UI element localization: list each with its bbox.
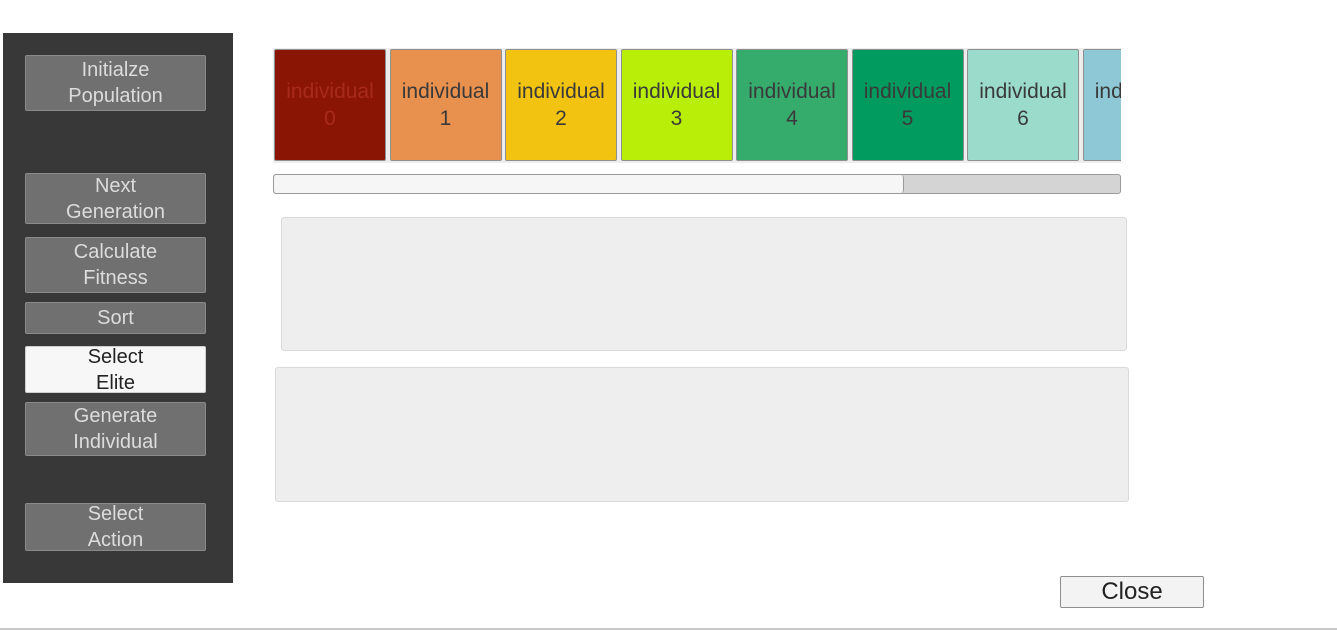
initialize-population-button[interactable]: Initialze Population xyxy=(25,55,206,111)
generate-individual-button[interactable]: Generate Individual xyxy=(25,402,206,456)
individual-cell-0[interactable]: individual 0 xyxy=(274,49,386,161)
individual-cell-5[interactable]: individual 5 xyxy=(851,49,964,161)
info-panel-top xyxy=(281,217,1127,351)
individual-label: individual 6 xyxy=(979,80,1067,130)
individual-cell-3[interactable]: individual 3 xyxy=(620,49,733,161)
horizontal-scrollbar[interactable] xyxy=(273,174,1121,194)
individual-label: individual 7 xyxy=(1094,80,1121,103)
individual-label: individual 4 xyxy=(748,80,836,130)
next-generation-button[interactable]: Next Generation xyxy=(25,173,206,224)
select-action-button[interactable]: Select Action xyxy=(25,503,206,551)
individual-cell-4[interactable]: individual 4 xyxy=(736,49,848,161)
individual-label: individual 1 xyxy=(401,80,490,130)
individual-strip[interactable]: individual 0 individual 1 individual 2 indi… xyxy=(273,48,1121,163)
select-elite-button[interactable]: Select Elite xyxy=(25,346,206,394)
individual-cell-6[interactable]: individual 6 xyxy=(967,49,1079,161)
individual-label: individual 0 xyxy=(286,80,374,130)
individual-label: individual 3 xyxy=(632,80,721,130)
individual-cell-1[interactable]: individual 1 xyxy=(389,49,502,161)
individual-cell-2[interactable]: individual 2 xyxy=(505,49,617,161)
individual-label: individual 5 xyxy=(863,80,952,130)
info-panel-bottom xyxy=(275,367,1129,502)
close-button[interactable]: Close xyxy=(1060,576,1204,608)
calculate-fitness-button[interactable]: Calculate Fitness xyxy=(25,237,206,293)
sort-button[interactable]: Sort xyxy=(25,302,206,334)
scrollbar-thumb[interactable] xyxy=(274,175,905,193)
individual-cell-7[interactable]: individual 7 xyxy=(1082,49,1121,161)
individual-label: individual 2 xyxy=(517,80,605,130)
